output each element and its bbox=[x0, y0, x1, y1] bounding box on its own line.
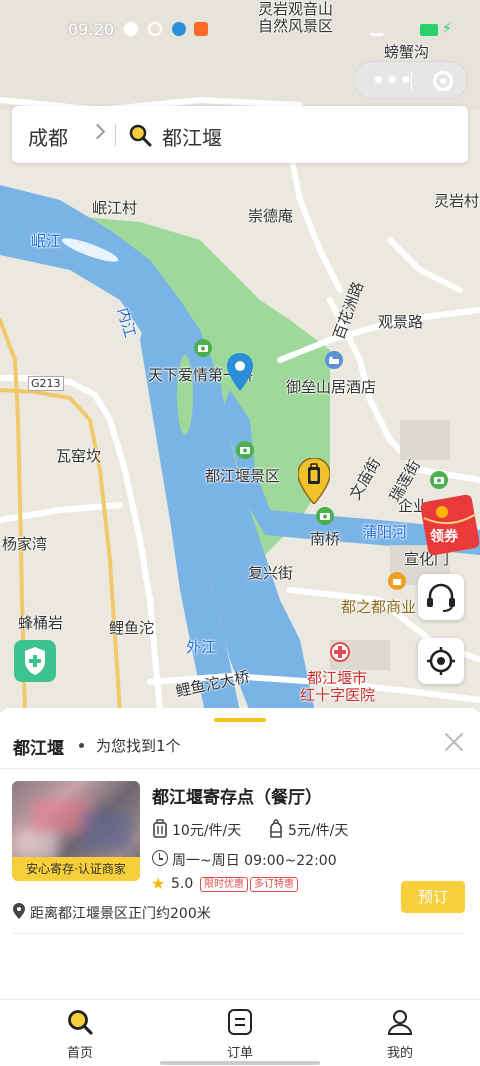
location-pin-icon[interactable] bbox=[227, 353, 253, 391]
star-icon: ★ bbox=[151, 874, 166, 893]
locate-me-button[interactable] bbox=[418, 638, 464, 684]
chevron-right-icon bbox=[89, 123, 106, 140]
map-label: 鲤鱼沱 bbox=[109, 619, 155, 637]
status-time: 09:20 bbox=[68, 20, 115, 39]
divider bbox=[0, 768, 480, 769]
opening-hours: 周一~周日 09:00~22:00 bbox=[172, 853, 337, 869]
close-icon[interactable] bbox=[443, 730, 465, 752]
map-label: 蒲阳河 bbox=[362, 523, 408, 541]
store-name: 都江堰寄存点（餐厅） bbox=[152, 788, 322, 808]
customer-service-button[interactable] bbox=[418, 574, 464, 620]
map-view[interactable]: 灵岩观音山 自然风景区 螃蟹沟 灵岩村 岷江村 崇德庵 岷江 百花洲路 观景路 … bbox=[0, 0, 480, 712]
results-panel: 都江堰 为您找到1个 安心寄存·认证商家 都江堰寄存点（餐厅） 10元/件/天 … bbox=[0, 708, 480, 1000]
hospital-poi-icon[interactable] bbox=[330, 642, 350, 662]
home-indicator bbox=[160, 1061, 320, 1065]
results-count: 为您找到1个 bbox=[96, 737, 181, 755]
map-label: 南桥 bbox=[310, 530, 341, 548]
status-bar: 09:20 ⚡ bbox=[0, 0, 480, 60]
hotel-poi-icon[interactable] bbox=[325, 351, 343, 369]
tab-label: 我的 bbox=[386, 1046, 413, 1061]
app-notification-icon bbox=[124, 22, 138, 36]
map-label: 蜂桶岩 bbox=[18, 614, 64, 632]
search-icon bbox=[129, 124, 152, 147]
divider bbox=[12, 933, 466, 934]
camera-poi-icon[interactable] bbox=[194, 339, 212, 357]
app-notification-icon bbox=[194, 22, 208, 36]
large-item-price: 10元/件/天 bbox=[172, 823, 242, 839]
promo-tag: 多订特惠 bbox=[250, 877, 298, 892]
tab-label: 首页 bbox=[66, 1046, 93, 1061]
shopping-poi-icon[interactable] bbox=[388, 572, 406, 590]
coupon-red-envelope-icon[interactable] bbox=[420, 494, 480, 556]
profile-icon bbox=[387, 1010, 413, 1035]
map-label: 红十字医院 bbox=[300, 686, 376, 704]
headset-icon bbox=[427, 583, 455, 612]
luggage-store-pin-icon[interactable] bbox=[298, 458, 330, 504]
small-item-price: 5元/件/天 bbox=[288, 823, 349, 839]
city-selector[interactable]: 成都 bbox=[28, 122, 68, 151]
camera-poi-icon[interactable] bbox=[316, 507, 334, 525]
map-label: 瓦窑坎 bbox=[56, 447, 102, 465]
miniprogram-capsule: ••• bbox=[353, 61, 468, 99]
clock-icon bbox=[152, 850, 168, 866]
map-label: 都江堰景区 bbox=[205, 467, 281, 485]
coupon-label[interactable]: 领券 bbox=[430, 526, 458, 546]
signal-icon bbox=[370, 22, 384, 36]
close-miniprogram-icon[interactable] bbox=[433, 71, 453, 91]
battery-icon bbox=[420, 24, 438, 36]
map-label: 都之都商业 bbox=[341, 598, 417, 616]
map-pin-icon bbox=[13, 903, 25, 919]
more-menu-icon[interactable]: ••• bbox=[372, 70, 413, 90]
promo-tag: 限时优惠 bbox=[200, 877, 248, 892]
backpack-icon bbox=[270, 819, 282, 838]
capsule-divider bbox=[411, 72, 412, 90]
search-divider bbox=[115, 124, 116, 146]
map-label: 岷江村 bbox=[92, 199, 138, 217]
app-notification-icon bbox=[148, 22, 162, 36]
map-label: 崇德庵 bbox=[248, 207, 294, 225]
large-luggage-icon bbox=[153, 819, 167, 838]
tab-profile[interactable]: 我的 bbox=[320, 1000, 480, 1066]
map-label: 外江 bbox=[186, 638, 217, 656]
road-shield: G213 bbox=[28, 376, 64, 391]
tab-home[interactable]: 首页 bbox=[0, 1000, 160, 1066]
camera-poi-icon[interactable] bbox=[236, 441, 254, 459]
map-label: 岷江 bbox=[31, 232, 62, 250]
bottom-tab-bar: 首页 订单 我的 bbox=[0, 999, 480, 1066]
camera-poi-icon[interactable] bbox=[430, 471, 448, 489]
map-label: 御垒山居酒店 bbox=[286, 378, 377, 396]
search-bar[interactable]: 成都 都江堰 bbox=[12, 106, 468, 163]
verified-merchant-badge: 安心寄存·认证商家 bbox=[12, 857, 140, 881]
map-label: 观景路 bbox=[378, 313, 424, 331]
search-input[interactable]: 都江堰 bbox=[162, 122, 222, 151]
order-icon bbox=[228, 1009, 252, 1035]
map-label: 复兴街 bbox=[248, 564, 294, 582]
tab-label: 订单 bbox=[226, 1046, 253, 1061]
safety-shield-icon[interactable] bbox=[14, 640, 56, 682]
charging-icon: ⚡ bbox=[442, 21, 452, 37]
book-button[interactable]: 预订 bbox=[401, 881, 465, 913]
title-separator-dot bbox=[79, 743, 84, 748]
tab-orders[interactable]: 订单 bbox=[160, 1000, 320, 1066]
results-title: 都江堰 bbox=[13, 739, 64, 759]
search-icon bbox=[68, 1010, 93, 1035]
distance-text: 距离都江堰景区正门约200米 bbox=[30, 906, 211, 922]
map-label: 灵岩村 bbox=[434, 192, 480, 210]
store-rating: 5.0 bbox=[171, 876, 194, 892]
map-label: 杨家湾 bbox=[2, 535, 48, 553]
store-card[interactable]: 安心寄存·认证商家 都江堰寄存点（餐厅） 10元/件/天 5元/件/天 周一~周… bbox=[0, 770, 480, 934]
drag-handle[interactable] bbox=[214, 718, 266, 722]
app-notification-icon bbox=[172, 22, 186, 36]
crosshair-icon bbox=[427, 647, 455, 675]
